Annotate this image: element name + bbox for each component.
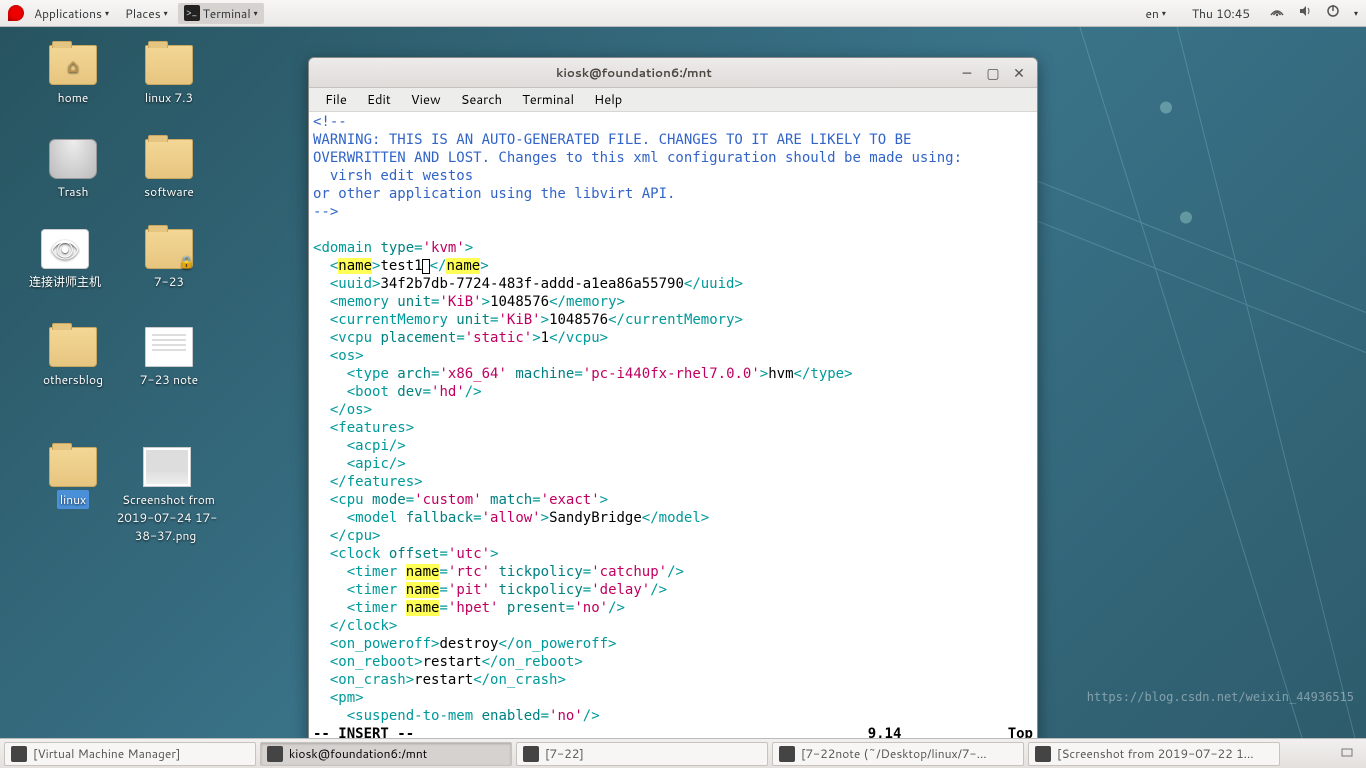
icon-label: linux 7.3 — [142, 88, 196, 107]
task-icon — [779, 746, 795, 762]
system-menu-arrow[interactable]: ▾ — [1354, 7, 1358, 19]
bottom-taskbar: [Virtual Machine Manager] kiosk@foundatio… — [0, 738, 1366, 768]
menu-edit[interactable]: Edit — [357, 89, 401, 111]
places-menu[interactable]: Places ▾ — [119, 3, 174, 24]
desktop-icon-trash[interactable]: Trash — [30, 139, 116, 201]
power-icon[interactable] — [1326, 4, 1340, 22]
icon-label: othersblog — [40, 370, 106, 389]
window-titlebar[interactable]: kiosk@foundation6:/mnt ─ ▢ ✕ — [309, 58, 1037, 88]
icon-label: home — [55, 88, 92, 107]
volume-icon[interactable] — [1298, 4, 1312, 22]
desktop-icon-linux73[interactable]: linux 7.3 — [126, 45, 212, 107]
menu-search[interactable]: Search — [451, 89, 512, 111]
terminal-icon: >_ — [184, 5, 200, 21]
taskbar-tray[interactable] — [1332, 745, 1362, 763]
desktop-icon-7-23[interactable]: 7-23 — [126, 229, 212, 291]
icon-label: 连接讲师主机 — [26, 272, 104, 291]
applications-menu[interactable]: Applications ▾ — [28, 3, 115, 24]
distro-logo-icon — [8, 5, 24, 21]
task-label: [7-22note (~/Desktop/linux/7-… — [801, 745, 987, 762]
desktop-icon-7-23-note[interactable]: 7-23 note — [126, 327, 212, 389]
close-button[interactable]: ✕ — [1009, 63, 1029, 83]
desktop-icon-connect-instructor[interactable]: 👁连接讲师主机 — [22, 229, 108, 291]
icon-label: software — [141, 182, 197, 201]
terminal-window[interactable]: kiosk@foundation6:/mnt ─ ▢ ✕ FileEditVie… — [308, 57, 1038, 761]
desktop-icon-othersblog[interactable]: othersblog — [30, 327, 116, 389]
task-label: kiosk@foundation6:/mnt — [289, 745, 427, 762]
task-eog[interactable]: [Screenshot from 2019-07-22 1… — [1028, 742, 1280, 766]
watermark-text: https://blog.csdn.net/weixin_44936515 — [1087, 690, 1354, 704]
window-title: kiosk@foundation6:/mnt — [317, 64, 951, 81]
maximize-button[interactable]: ▢ — [983, 63, 1003, 83]
terminal-output[interactable]: <!--WARNING: THIS IS AN AUTO-GENERATED F… — [309, 112, 1037, 760]
task-icon — [1035, 746, 1051, 762]
menu-help[interactable]: Help — [584, 89, 632, 111]
menu-file[interactable]: File — [315, 89, 357, 111]
task-icon — [523, 746, 539, 762]
task-vmm[interactable]: [Virtual Machine Manager] — [4, 742, 256, 766]
menu-terminal[interactable]: Terminal — [512, 89, 584, 111]
tray-icon — [1340, 745, 1354, 759]
terminal-menubar: FileEditViewSearchTerminalHelp — [309, 88, 1037, 112]
desktop-icon-software[interactable]: software — [126, 139, 212, 201]
task-term[interactable]: kiosk@foundation6:/mnt — [260, 742, 512, 766]
minimize-button[interactable]: ─ — [957, 63, 977, 83]
task-icon — [11, 746, 27, 762]
icon-label: Screenshot from 2019-07-24 17-38-37.png — [117, 490, 218, 545]
icon-label: 7-23 note — [137, 370, 201, 389]
desktop[interactable]: home linux 7.3 Trash software 👁连接讲师主机 7-23 oth… — [0, 27, 1366, 738]
input-language[interactable]: en ▾ — [1140, 3, 1172, 24]
network-icon[interactable] — [1270, 4, 1284, 22]
clock[interactable]: Thu 10:45 — [1186, 3, 1256, 24]
task-label: [Virtual Machine Manager] — [33, 745, 181, 762]
task-gedit2[interactable]: [7-22note (~/Desktop/linux/7-… — [772, 742, 1024, 766]
icon-label: Trash — [55, 182, 92, 201]
task-label: [7-22] — [545, 745, 584, 762]
menu-view[interactable]: View — [401, 89, 451, 111]
icon-label: linux — [57, 490, 89, 509]
terminal-app-menu[interactable]: >_ Terminal ▾ — [178, 3, 264, 24]
icon-label: 7-23 — [151, 272, 187, 291]
task-label: [Screenshot from 2019-07-22 1… — [1057, 745, 1254, 762]
desktop-icon-linux[interactable]: linux — [30, 447, 116, 509]
desktop-icon-home[interactable]: home — [30, 45, 116, 107]
task-gedit1[interactable]: [7-22] — [516, 742, 768, 766]
task-icon — [267, 746, 283, 762]
desktop-icon-screenshot[interactable]: Screenshot from 2019-07-24 17-38-37.png — [112, 447, 222, 544]
top-panel: Applications ▾ Places ▾ >_ Terminal ▾ en… — [0, 0, 1366, 27]
